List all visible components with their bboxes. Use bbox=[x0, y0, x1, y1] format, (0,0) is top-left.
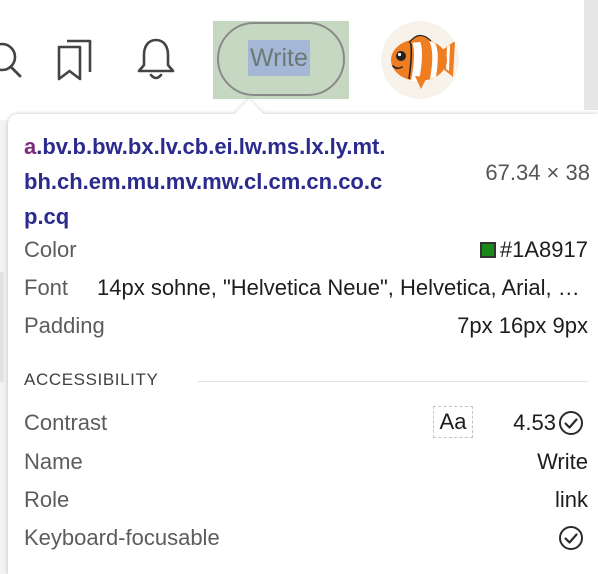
font-label: Font bbox=[24, 275, 69, 300]
element-dimensions: 67.34 × 38 bbox=[485, 160, 590, 185]
accessibility-header: ACCESSIBILITY bbox=[24, 370, 159, 389]
nav-edge-strip bbox=[584, 0, 598, 110]
color-swatch bbox=[479, 242, 496, 258]
selector-tag: a bbox=[24, 134, 37, 159]
element-selector: a.bv.b.bw.bx.lv.cb.ei.lw.ms.lx.ly.mt. bh… bbox=[24, 129, 464, 234]
padding-value: 7px 16px 9px bbox=[457, 313, 588, 338]
bell-icon[interactable] bbox=[136, 36, 176, 82]
check-circle-icon bbox=[559, 411, 583, 435]
color-value: #1A8917 bbox=[499, 237, 588, 262]
write-link-label[interactable]: Write bbox=[248, 40, 310, 76]
page-side-marker bbox=[0, 272, 4, 382]
role-value: link bbox=[554, 487, 588, 512]
contrast-value: 4.53 bbox=[513, 410, 556, 435]
bookmark-icon[interactable] bbox=[56, 38, 98, 82]
clownfish-avatar-icon bbox=[391, 34, 455, 89]
contrast-sample: Aa bbox=[433, 406, 473, 438]
user-avatar[interactable] bbox=[381, 21, 459, 99]
search-icon[interactable] bbox=[0, 38, 24, 82]
font-value: 14px sohne, "Helvetica Neue", Helvetica,… bbox=[97, 275, 587, 300]
name-label: Name bbox=[24, 449, 83, 474]
color-label: Color bbox=[24, 237, 77, 262]
section-divider bbox=[198, 381, 588, 382]
selector-classes-line3: p.cq bbox=[24, 204, 70, 229]
check-circle-icon bbox=[559, 526, 583, 550]
selector-classes-line2: bh.ch.em.mu.mv.mw.cl.cm.cn.co.c bbox=[24, 169, 383, 194]
selector-classes-line1: .bv.b.bw.bx.lv.cb.ei.lw.ms.lx.ly.mt. bbox=[36, 134, 386, 159]
keyboard-focusable-label: Keyboard-focusable bbox=[24, 525, 220, 550]
contrast-label: Contrast bbox=[24, 410, 108, 435]
name-value: Write bbox=[537, 449, 588, 474]
role-label: Role bbox=[24, 487, 70, 512]
color-value-row: #1A8917 bbox=[479, 237, 588, 263]
padding-label: Padding bbox=[24, 313, 105, 338]
